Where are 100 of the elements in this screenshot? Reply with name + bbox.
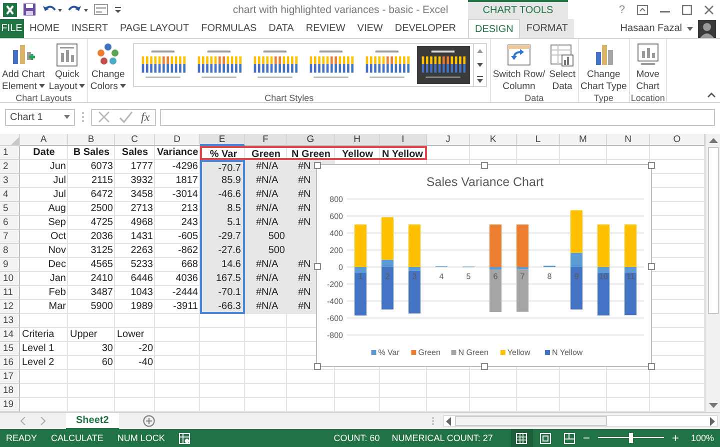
scroll-left-icon[interactable] [446, 416, 452, 426]
scroll-thumb[interactable] [455, 416, 607, 426]
maximize-icon[interactable] [682, 4, 692, 14]
move-chart-button[interactable]: Move Chart [634, 41, 662, 93]
scroll-right-icon[interactable] [709, 416, 715, 426]
row-number[interactable]: 9 [0, 258, 20, 272]
resize-handle[interactable] [648, 262, 655, 270]
resize-handle[interactable] [314, 262, 321, 270]
row-number[interactable]: 15 [0, 342, 20, 356]
form-icon[interactable] [94, 4, 108, 15]
column-letter[interactable]: L [517, 134, 560, 146]
ribbon-tab[interactable]: INSERT [66, 19, 114, 38]
row-number[interactable]: 10 [0, 272, 20, 286]
column-letter[interactable]: G [287, 134, 335, 146]
ribbon-tab[interactable]: PAGE LAYOUT [114, 19, 196, 38]
column-letter[interactable]: A [20, 134, 68, 146]
collapse-ribbon-icon[interactable] [707, 92, 716, 98]
splitter-icon[interactable] [79, 111, 87, 123]
splitter-icon[interactable] [431, 416, 435, 426]
resize-handle[interactable] [481, 162, 488, 169]
excel-logo-icon[interactable] [3, 2, 17, 16]
column-heading: N Yellow [380, 146, 427, 160]
resize-handle[interactable] [314, 363, 321, 370]
horizontal-scrollbar[interactable] [443, 415, 718, 427]
row-number[interactable]: 18 [0, 384, 20, 398]
scroll-up-icon[interactable] [708, 137, 718, 143]
help-button[interactable]: ? [618, 4, 625, 16]
column-letter[interactable]: C [115, 134, 155, 146]
group-label: Data [524, 93, 544, 103]
switch-row-column-button[interactable]: Switch Row/ Column [492, 41, 546, 93]
ribbon-tab[interactable]: VIEW [351, 19, 389, 38]
column-letter[interactable]: B [68, 134, 115, 146]
ribbon-tab[interactable]: FORMAT [520, 19, 574, 38]
change-chart-type-button[interactable]: Change Chart Type [580, 41, 628, 93]
normal-view-button[interactable] [510, 429, 533, 447]
add-chart-element-button[interactable]: Add Chart Element [1, 41, 46, 93]
column-letter[interactable]: I [380, 134, 427, 146]
user-name[interactable]: Hasaan Fazal [620, 23, 682, 34]
sheet-tab[interactable]: Sheet2 [66, 412, 119, 430]
chart-style-thumbnail[interactable] [416, 46, 470, 84]
column-letter[interactable]: F [245, 134, 287, 146]
close-icon[interactable] [704, 4, 714, 14]
ribbon-tab[interactable]: DATA [262, 19, 300, 38]
zoom-out-button[interactable]: − [582, 431, 590, 445]
caret-icon[interactable] [64, 115, 70, 119]
row-number[interactable]: 3 [0, 174, 20, 188]
row-number[interactable]: 1 [0, 146, 20, 160]
check-icon[interactable] [119, 110, 133, 124]
cell-value: 6446 [130, 272, 154, 286]
save-icon[interactable] [23, 3, 36, 16]
row-number[interactable]: 17 [0, 370, 20, 384]
ribbon-tab[interactable]: REVIEW [300, 19, 352, 38]
add-sheet-icon[interactable] [142, 415, 155, 427]
column-letter[interactable]: J [427, 134, 470, 146]
name-box[interactable]: Chart 1 [5, 108, 75, 126]
row-number[interactable]: 6 [0, 216, 20, 230]
column-letter[interactable]: K [470, 134, 517, 146]
change-colors-button[interactable]: Change Colors [89, 41, 127, 93]
formula-field[interactable] [160, 108, 715, 126]
row-number[interactable]: 12 [0, 300, 20, 314]
row-number[interactable]: 14 [0, 328, 20, 342]
resize-handle[interactable] [314, 162, 321, 169]
avatar[interactable] [698, 20, 716, 38]
customize-icon[interactable] [114, 6, 122, 14]
column-letter[interactable]: O [650, 134, 705, 146]
row-number[interactable]: 13 [0, 314, 20, 328]
column-letter[interactable]: N [607, 134, 650, 146]
select-data-button[interactable]: Select Data [548, 41, 577, 93]
ribbon-display-icon[interactable] [637, 4, 648, 14]
ribbon-tab[interactable]: DEVELOPER [388, 19, 462, 38]
ribbon-tab[interactable]: FORMULAS [195, 19, 263, 38]
zoom-slider[interactable] [598, 433, 664, 443]
quick-layout-button[interactable]: Quick Layout [48, 41, 86, 93]
caret-icon[interactable] [687, 26, 693, 30]
insert-function-button[interactable]: fx [141, 110, 150, 124]
resize-handle[interactable] [648, 162, 655, 169]
row-number[interactable]: 4 [0, 188, 20, 202]
macro-record-icon[interactable] [178, 432, 190, 444]
row-number[interactable]: 2 [0, 160, 20, 174]
scroll-down-icon[interactable] [708, 403, 718, 409]
row-number[interactable]: 16 [0, 356, 20, 370]
row-number[interactable]: 19 [0, 398, 20, 412]
ribbon-tab[interactable]: DESIGN [468, 19, 520, 38]
column-letter[interactable]: H [335, 134, 380, 146]
row-number[interactable]: 7 [0, 230, 20, 244]
column-letter[interactable]: D [155, 134, 200, 146]
resize-handle[interactable] [648, 363, 655, 370]
row-number[interactable]: 11 [0, 286, 20, 300]
zoom-in-button[interactable]: + [672, 431, 679, 445]
row-number[interactable]: 5 [0, 202, 20, 216]
cell-value: 500 [245, 230, 287, 244]
scroll-thumb[interactable] [708, 147, 718, 314]
ribbon-tab[interactable]: HOME [24, 19, 66, 38]
chart-panel[interactable]: Sales Variance Chart -800 -600 -400 -200 0 200 400 600 800 1 2 3 4 5 6 7 8 9 10 11 % Var Green N Green Yellow N Yellow [316, 164, 652, 367]
ribbon-tab[interactable]: FILE [0, 19, 24, 38]
column-letter[interactable]: M [560, 134, 607, 146]
row-number[interactable]: 8 [0, 244, 20, 258]
column-letter[interactable]: E [200, 134, 245, 146]
resize-handle[interactable] [481, 363, 488, 370]
zoom-level[interactable]: 100% [690, 433, 714, 443]
